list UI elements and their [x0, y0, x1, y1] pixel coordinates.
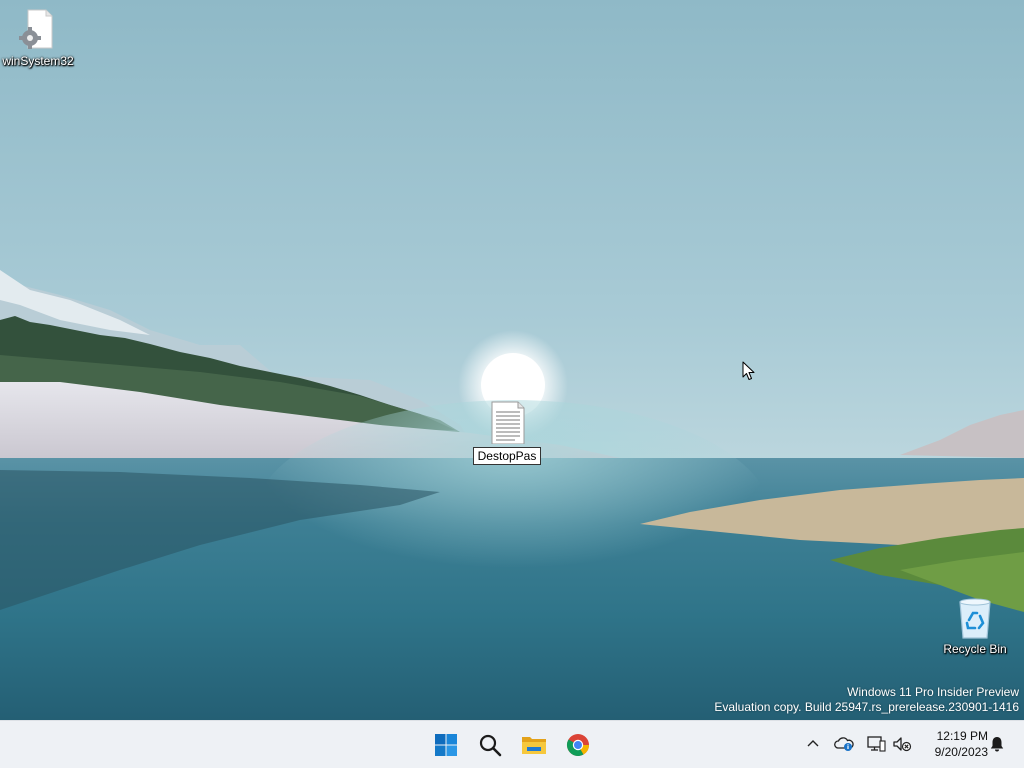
desktop-icon-destoppas[interactable]: DestopPas [472, 400, 542, 465]
notifications-button[interactable] [984, 731, 1010, 757]
recycle-bin-icon [953, 596, 997, 640]
desktop-icon-label: winSystem32 [2, 54, 74, 68]
watermark-build: Evaluation copy. Build 25947.rs_prerelea… [714, 700, 1019, 714]
settings-file-icon [16, 8, 60, 52]
file-explorer-icon [522, 737, 546, 754]
network-button[interactable] [863, 731, 889, 757]
taskbar: 12:19 PM 9/20/2023 [0, 720, 1024, 768]
desktop-icon-winsystem32[interactable]: winSystem32 [2, 8, 74, 68]
clock[interactable]: 12:19 PM 9/20/2023 [918, 728, 988, 760]
watermark-edition: Windows 11 Pro Insider Preview [847, 685, 1019, 699]
network-icon [867, 736, 886, 752]
clock-time: 12:19 PM [936, 729, 988, 743]
volume-muted-icon [893, 737, 912, 752]
search-icon [479, 734, 502, 757]
show-hidden-icons-button[interactable] [800, 731, 826, 757]
start-button[interactable] [427, 726, 465, 764]
desktop-icon-recycle-bin[interactable]: Recycle Bin [940, 596, 1010, 656]
wallpaper [0, 0, 1024, 720]
file-explorer-button[interactable] [515, 726, 553, 764]
search-button[interactable] [471, 726, 509, 764]
windows-evaluation-watermark: Windows 11 Pro Insider Preview Evaluatio… [714, 685, 1019, 715]
chevron-up-icon [807, 740, 819, 747]
notification-bell-icon [990, 737, 1004, 752]
text-document-icon [485, 400, 529, 445]
desktop-icon-label: Recycle Bin [943, 642, 1007, 656]
chrome-icon [567, 734, 589, 756]
volume-button[interactable] [889, 731, 915, 757]
onedrive-button[interactable] [831, 731, 857, 757]
mouse-cursor-icon [742, 361, 755, 380]
desktop[interactable]: winSystem32 DestopPas Recycle Bin Window… [0, 0, 1024, 720]
chrome-button[interactable] [559, 726, 597, 764]
desktop-icon-label-rename[interactable]: DestopPas [472, 447, 542, 465]
clock-date: 9/20/2023 [934, 745, 988, 759]
onedrive-icon [834, 737, 854, 751]
start-icon [435, 734, 457, 756]
